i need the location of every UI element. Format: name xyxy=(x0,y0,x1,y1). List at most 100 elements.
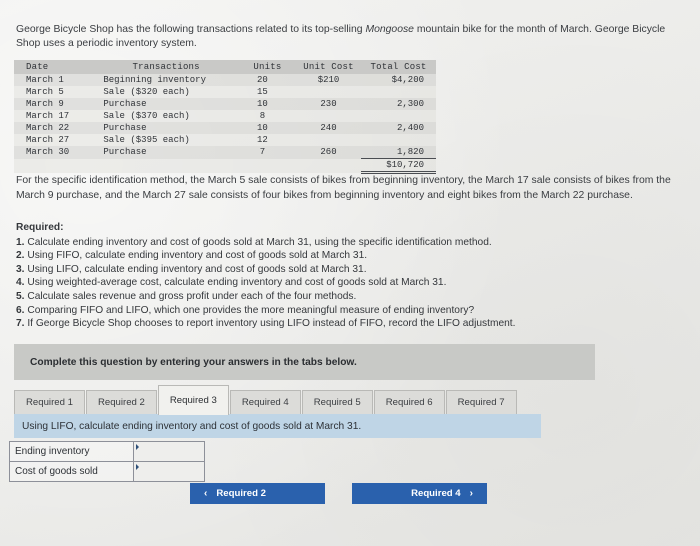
tab-required-4[interactable]: Required 4 xyxy=(229,390,301,415)
previous-requirement-label: Required 2 xyxy=(216,488,266,499)
requirement-tabs: Required 1 Required 2 Required 3 Require… xyxy=(14,385,518,415)
answer-input-table: Ending inventory Cost of goods sold xyxy=(9,441,205,482)
required-item-text: Using weighted-average cost, calculate e… xyxy=(24,277,447,289)
column-header-unit-cost: Unit Cost xyxy=(295,60,362,74)
answer-row-ending-inventory: Ending inventory xyxy=(9,441,205,462)
required-item-3: 3. Using LIFO, calculate ending inventor… xyxy=(16,263,676,277)
cell-unit-cost: $210 xyxy=(317,75,340,85)
answer-field-cost-of-goods-sold[interactable] xyxy=(133,461,205,482)
next-requirement-button[interactable]: Required 4 › xyxy=(352,483,487,504)
tab-navigation: ‹ Required 2 Required 4 › xyxy=(190,483,487,504)
intro-product-name: Mongoose xyxy=(365,24,414,35)
tab-required-6[interactable]: Required 6 xyxy=(373,390,445,415)
required-item-text: Comparing FIFO and LIFO, which one provi… xyxy=(24,304,475,316)
cell-units: 15 xyxy=(257,87,268,97)
cell-transaction: Purchase xyxy=(103,123,147,133)
table-row: March 27 Sale ($395 each) 12 xyxy=(14,134,436,146)
column-header-date: Date xyxy=(14,60,94,74)
cell-empty xyxy=(14,159,93,173)
answer-label-ending-inventory: Ending inventory xyxy=(9,441,134,462)
cell-transaction: Sale ($320 each) xyxy=(103,87,190,97)
cell-units: 8 xyxy=(259,111,266,121)
required-item-text: Using FIFO, calculate ending inventory a… xyxy=(24,250,368,262)
cell-empty xyxy=(93,159,239,173)
cell-empty xyxy=(239,159,296,173)
required-list: Required: 1. Calculate ending inventory … xyxy=(16,221,676,331)
required-item-number: 6. xyxy=(16,304,25,316)
column-header-transactions: Transactions xyxy=(93,60,239,74)
cell-unit-cost: 260 xyxy=(320,147,337,158)
cell-total-cost: $4,200 xyxy=(391,75,424,85)
intro-paragraph: George Bicycle Shop has the following tr… xyxy=(16,23,681,51)
next-requirement-label: Required 4 xyxy=(411,488,461,499)
cell-unit-cost: 240 xyxy=(320,123,337,133)
required-item-number: 4. xyxy=(16,277,25,289)
tab-required-1[interactable]: Required 1 xyxy=(14,390,85,415)
answer-field-ending-inventory[interactable] xyxy=(133,441,205,462)
required-item-7: 7. If George Bicycle Shop chooses to rep… xyxy=(16,317,676,331)
cell-unit-cost: 230 xyxy=(320,99,337,109)
cell-date: March 27 xyxy=(26,135,70,145)
cell-unit-cost xyxy=(296,86,361,98)
required-item-4: 4. Using weighted-average cost, calculat… xyxy=(16,276,676,290)
cell-date: March 17 xyxy=(26,111,70,121)
required-item-number: 1. xyxy=(16,236,25,248)
cell-transaction: Purchase xyxy=(103,99,147,109)
cell-unit-cost xyxy=(296,134,361,146)
required-item-number: 3. xyxy=(16,263,25,275)
complete-question-text: Complete this question by entering your … xyxy=(30,356,357,368)
cell-transaction: Sale ($395 each) xyxy=(103,135,190,145)
table-row: March 9 Purchase 10 230 2,300 xyxy=(14,98,436,110)
required-item-number: 2. xyxy=(16,250,25,262)
table-row: March 1 Beginning inventory 20 $210 $4,2… xyxy=(14,74,436,86)
cell-date: March 5 xyxy=(26,87,64,97)
required-item-6: 6. Comparing FIFO and LIFO, which one pr… xyxy=(16,304,676,318)
specific-identification-paragraph: For the specific identification method, … xyxy=(16,175,671,201)
required-item-text: Calculate ending inventory and cost of g… xyxy=(24,236,492,248)
answer-label-cost-of-goods-sold: Cost of goods sold xyxy=(9,461,134,482)
tab-required-5[interactable]: Required 5 xyxy=(301,390,373,415)
required-item-2: 2. Using FIFO, calculate ending inventor… xyxy=(16,249,676,263)
cell-units: 12 xyxy=(257,135,268,145)
table-total-row: $10,720 xyxy=(14,158,436,174)
table-header-row: Date Transactions Units Unit Cost Total … xyxy=(14,60,436,74)
required-item-5: 5. Calculate sales revenue and gross pro… xyxy=(16,290,676,304)
previous-requirement-button[interactable]: ‹ Required 2 xyxy=(190,483,325,504)
intro-text-before: George Bicycle Shop has the following tr… xyxy=(16,24,366,35)
transactions-table-body: March 1 Beginning inventory 20 $210 $4,2… xyxy=(14,74,436,174)
cell-total-cost xyxy=(361,110,436,122)
cell-total-cost xyxy=(361,134,436,146)
column-header-units: Units xyxy=(238,60,296,74)
cell-date: March 22 xyxy=(26,123,70,133)
required-item-number: 5. xyxy=(16,290,25,302)
cell-date: March 1 xyxy=(26,75,64,85)
table-row: March 17 Sale ($370 each) 8 xyxy=(14,110,436,122)
required-item-text: Calculate sales revenue and gross profit… xyxy=(24,290,357,302)
chevron-right-icon: › xyxy=(469,488,473,499)
cell-units: 7 xyxy=(259,147,266,158)
cell-unit-cost xyxy=(296,110,361,122)
cell-transaction: Beginning inventory xyxy=(103,75,206,85)
tab-required-3[interactable]: Required 3 xyxy=(157,385,229,415)
chevron-left-icon: ‹ xyxy=(204,488,208,499)
answer-row-cost-of-goods-sold: Cost of goods sold xyxy=(9,461,205,482)
cell-total-cost: 1,820 xyxy=(361,146,436,159)
cell-transaction: Purchase xyxy=(103,147,147,158)
cell-total-cost: 2,300 xyxy=(396,99,424,109)
tab-required-2[interactable]: Required 2 xyxy=(85,390,157,415)
cell-date: March 9 xyxy=(26,99,64,109)
table-row: March 30 Purchase 7 260 1,820 xyxy=(14,146,436,159)
cell-transaction: Sale ($370 each) xyxy=(103,111,190,121)
required-item-number: 7. xyxy=(16,318,25,330)
cell-date: March 30 xyxy=(26,147,70,158)
cell-units: 10 xyxy=(257,99,268,109)
required-item-text: If George Bicycle Shop chooses to report… xyxy=(24,318,516,330)
cell-total-cost: 2,400 xyxy=(396,123,424,133)
required-item-text: Using LIFO, calculate ending inventory a… xyxy=(24,263,367,275)
cell-units: 10 xyxy=(257,123,268,133)
complete-question-banner: Complete this question by entering your … xyxy=(14,344,595,380)
tab-required-7[interactable]: Required 7 xyxy=(445,390,517,415)
cell-total-cost xyxy=(361,86,436,98)
cell-units: 20 xyxy=(257,75,268,85)
table-row: March 22 Purchase 10 240 2,400 xyxy=(14,122,436,134)
